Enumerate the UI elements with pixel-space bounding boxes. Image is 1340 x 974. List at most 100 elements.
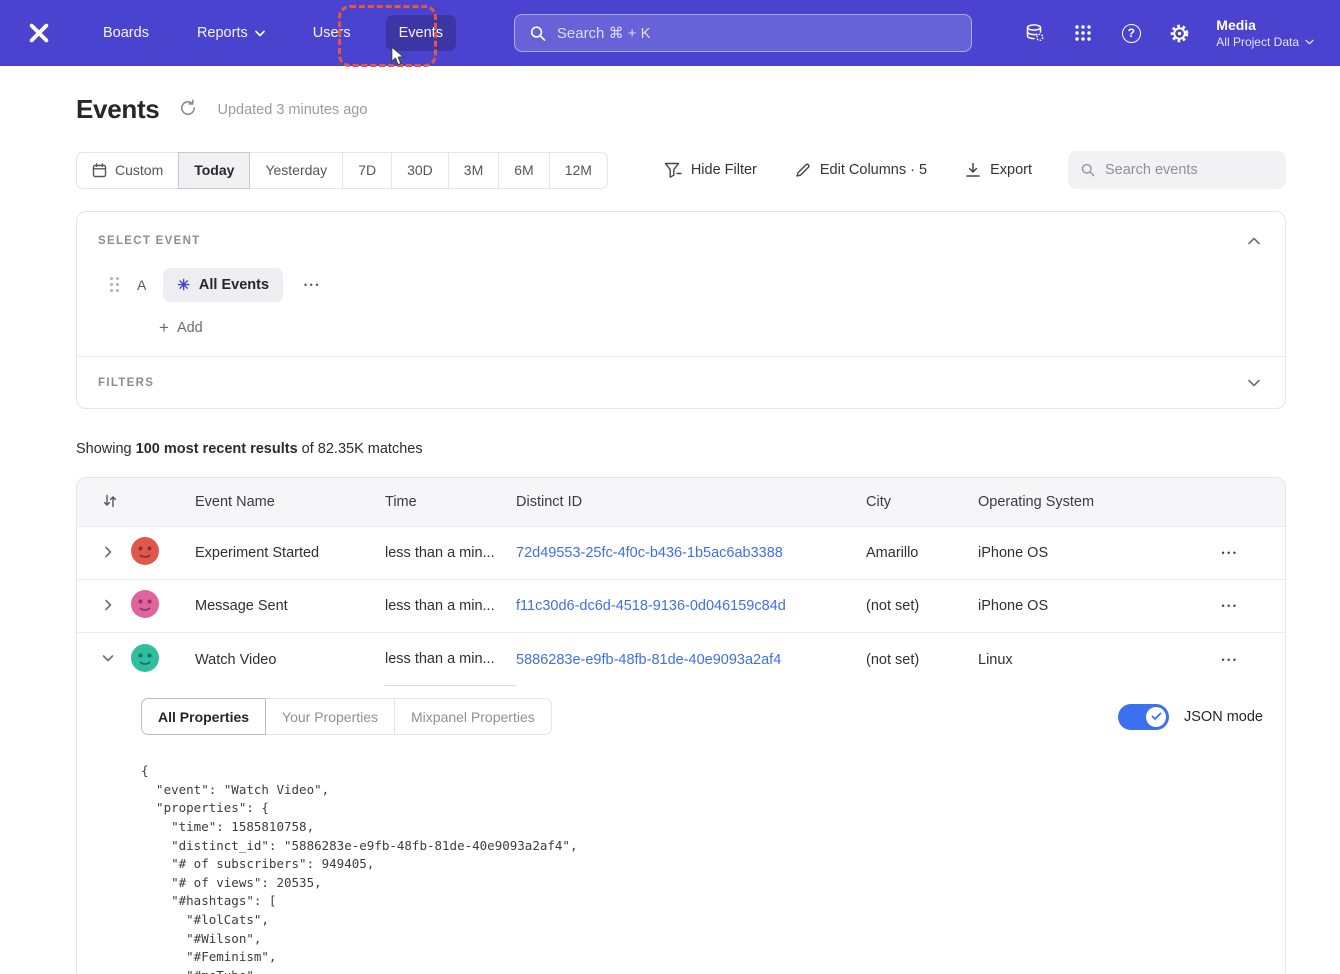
- properties-tabs: All Properties Your Properties Mixpanel …: [141, 698, 552, 735]
- settings-button[interactable]: [1160, 14, 1198, 52]
- project-scope-label: All Project Data: [1216, 35, 1299, 49]
- row-more-button[interactable]: •••: [1214, 542, 1247, 564]
- nav-item-boards[interactable]: Boards: [90, 15, 162, 51]
- nav-item-reports-label: Reports: [197, 25, 248, 41]
- table-row[interactable]: Message Sent less than a min... f11c30d6…: [77, 580, 1285, 633]
- tab-all-properties[interactable]: All Properties: [141, 698, 266, 735]
- export-button[interactable]: Export: [965, 162, 1032, 178]
- hide-filter-button[interactable]: Hide Filter: [664, 162, 757, 179]
- help-button[interactable]: ?: [1112, 14, 1150, 52]
- table-row[interactable]: Watch Video less than a min... 5886283e-…: [77, 633, 1285, 686]
- search-events-input[interactable]: [1105, 162, 1273, 178]
- row-more-button[interactable]: •••: [1214, 595, 1247, 617]
- calendar-icon: [92, 163, 107, 178]
- range-yesterday[interactable]: Yesterday: [249, 152, 343, 189]
- collapse-select-event-button[interactable]: [1244, 229, 1264, 252]
- refresh-button[interactable]: [175, 95, 201, 124]
- pencil-icon: [795, 162, 811, 178]
- cell-distinct-id[interactable]: 72d49553-25fc-4f0c-b436-1b5ac6ab3388: [516, 545, 866, 561]
- col-header-event-name: Event Name: [195, 494, 385, 510]
- json-mode-toggle[interactable]: [1118, 704, 1169, 730]
- range-6m[interactable]: 6M: [498, 152, 549, 189]
- chevron-down-icon: [255, 30, 265, 37]
- edit-columns-label: Edit Columns · 5: [820, 162, 927, 178]
- project-name: Media: [1216, 17, 1314, 33]
- range-3m[interactable]: 3M: [448, 152, 499, 189]
- toggle-knob: [1146, 707, 1166, 727]
- event-more-button[interactable]: •••: [296, 274, 329, 296]
- data-management-icon: [1024, 22, 1046, 44]
- mixpanel-logo[interactable]: [26, 20, 52, 46]
- avatar: [131, 644, 159, 672]
- range-30d[interactable]: 30D: [391, 152, 449, 189]
- row-more-button[interactable]: •••: [1214, 649, 1247, 671]
- export-label: Export: [990, 162, 1032, 178]
- top-navbar: Boards Reports Users Events: [0, 0, 1340, 66]
- data-management-button[interactable]: [1016, 14, 1054, 52]
- col-header-time: Time: [385, 494, 516, 510]
- mixpanel-logo-icon: [28, 22, 50, 44]
- drag-handle[interactable]: [110, 277, 120, 293]
- cell-os: iPhone OS: [978, 598, 1175, 614]
- results-suffix: of 82.35K matches: [298, 441, 423, 457]
- range-custom[interactable]: Custom: [76, 152, 179, 189]
- collapse-row-button[interactable]: [102, 652, 114, 667]
- all-events-icon: ✳: [177, 278, 190, 293]
- expand-row-button[interactable]: [102, 599, 114, 614]
- cell-time: less than a min...: [385, 633, 516, 686]
- cell-event-name: Watch Video: [195, 652, 385, 668]
- nav-item-users[interactable]: Users: [300, 15, 364, 51]
- results-prefix: Showing: [76, 441, 136, 457]
- range-custom-label: Custom: [115, 162, 163, 178]
- results-count: 100 most recent results: [136, 441, 298, 457]
- cell-event-name: Experiment Started: [195, 545, 385, 561]
- plus-icon: +: [159, 319, 169, 336]
- cell-city: (not set): [866, 652, 978, 668]
- page-title: Events: [76, 94, 159, 125]
- search-icon: [1081, 162, 1095, 178]
- search-icon: [530, 25, 546, 42]
- expand-row-button[interactable]: [102, 546, 114, 561]
- apps-grid-button[interactable]: [1064, 14, 1102, 52]
- results-summary: Showing 100 most recent results of 82.35…: [76, 441, 1286, 457]
- cell-city: Amarillo: [866, 545, 978, 561]
- select-event-title: SELECT EVENT: [98, 235, 201, 247]
- step-letter: A: [137, 277, 146, 293]
- tab-your-properties[interactable]: Your Properties: [265, 698, 395, 735]
- date-range-group: Custom Today Yesterday 7D 30D 3M 6M 12M: [76, 152, 608, 189]
- chevron-right-icon: [102, 546, 114, 558]
- last-updated-text: Updated 3 minutes ago: [217, 102, 367, 118]
- nav-item-events[interactable]: Events: [386, 15, 456, 51]
- table-row[interactable]: Experiment Started less than a min... 72…: [77, 527, 1285, 580]
- search-events[interactable]: [1068, 151, 1286, 189]
- download-icon: [965, 162, 981, 178]
- edit-columns-button[interactable]: Edit Columns · 5: [795, 162, 927, 178]
- filters-title: FILTERS: [98, 377, 154, 389]
- global-search[interactable]: [514, 14, 972, 52]
- global-search-input[interactable]: [557, 25, 956, 42]
- add-event-button[interactable]: + Add: [159, 319, 203, 336]
- json-properties-view: { "event": "Watch Video", "properties": …: [141, 762, 1263, 974]
- sort-button[interactable]: [102, 493, 118, 512]
- tab-mixpanel-properties[interactable]: Mixpanel Properties: [394, 698, 552, 735]
- refresh-icon: [179, 99, 197, 117]
- chevron-down-icon: [1248, 379, 1260, 387]
- range-12m[interactable]: 12M: [549, 152, 608, 189]
- nav-item-reports[interactable]: Reports: [184, 15, 278, 51]
- avatar: [131, 590, 159, 618]
- chevron-right-icon: [102, 599, 114, 611]
- chevron-up-icon: [1248, 237, 1260, 245]
- sort-icon: [102, 493, 118, 509]
- event-selector-pill[interactable]: ✳ All Events: [163, 268, 283, 302]
- range-7d[interactable]: 7D: [342, 152, 392, 189]
- event-selector-label: All Events: [199, 277, 269, 293]
- project-selector[interactable]: Media All Project Data: [1216, 17, 1314, 49]
- cell-event-name: Message Sent: [195, 598, 385, 614]
- col-header-os: Operating System: [978, 494, 1175, 510]
- add-event-label: Add: [177, 320, 203, 336]
- cell-distinct-id[interactable]: f11c30d6-dc6d-4518-9136-0d046159c84d: [516, 598, 866, 614]
- expand-filters-button[interactable]: [1244, 371, 1264, 394]
- range-today[interactable]: Today: [178, 152, 250, 189]
- event-detail-panel: All Properties Your Properties Mixpanel …: [77, 686, 1285, 974]
- cell-distinct-id[interactable]: 5886283e-e9fb-48fb-81de-40e9093a2af4: [516, 652, 866, 668]
